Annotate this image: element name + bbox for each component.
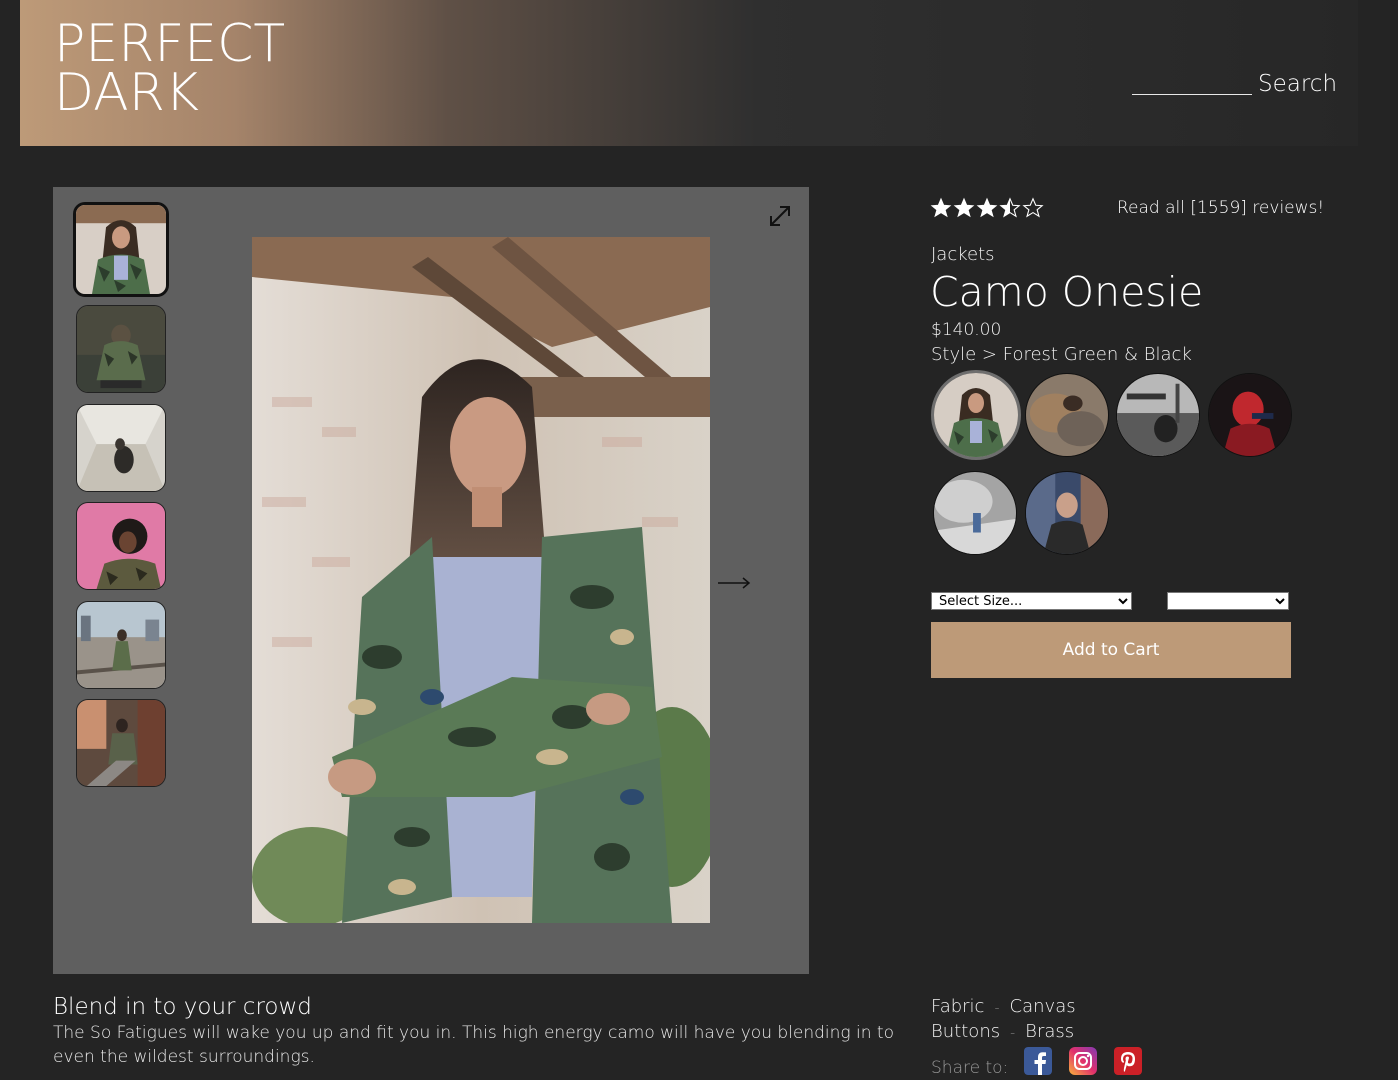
product-price: $140.00 <box>931 320 1002 340</box>
share-bar: Share to: <box>931 1044 1159 1078</box>
style-option-1[interactable] <box>931 370 1021 460</box>
thumbnail-5[interactable] <box>76 600 166 689</box>
quantity-select[interactable] <box>1167 592 1289 610</box>
description-body: The So Fatigues will wake you up and fit… <box>53 1023 894 1067</box>
size-select[interactable]: Select Size... <box>931 592 1132 610</box>
description-title: Blend in to your crowd <box>53 994 312 1020</box>
feature-list: Fabric - Canvas Buttons - Brass <box>931 996 1076 1046</box>
feature-name: Fabric <box>931 996 985 1017</box>
share-label: Share to: <box>931 1058 1009 1078</box>
feature-row: Fabric - Canvas <box>931 996 1076 1021</box>
site-header: PERFECT DARK Search <box>20 0 1358 146</box>
search-input[interactable] <box>1132 68 1252 95</box>
feature-separator: - <box>1010 1025 1016 1041</box>
instagram-icon[interactable] <box>1069 1047 1098 1075</box>
feature-separator: - <box>994 1000 1000 1016</box>
search-label[interactable]: Search <box>1258 71 1337 97</box>
pinterest-icon[interactable] <box>1114 1047 1143 1075</box>
rating-stars <box>930 197 1044 219</box>
logo-line-2: DARK <box>54 63 199 123</box>
main-product-image[interactable] <box>252 237 710 923</box>
thumbnail-1[interactable] <box>73 202 169 297</box>
product-title: Camo Onesie <box>930 268 1204 316</box>
read-reviews-link[interactable]: Read all [1559] reviews! <box>1117 198 1324 218</box>
star-half-icon <box>999 197 1021 219</box>
star-empty-icon <box>1022 197 1044 219</box>
style-option-5[interactable] <box>933 471 1017 555</box>
product-category: Jackets <box>931 244 995 265</box>
thumbnail-6[interactable] <box>76 699 166 787</box>
image-gallery <box>53 187 809 974</box>
thumbnail-2[interactable] <box>76 305 166 393</box>
thumbnail-4[interactable] <box>76 502 166 590</box>
star-full-icon <box>930 197 952 219</box>
style-option-6[interactable] <box>1025 471 1109 555</box>
feature-name: Buttons <box>931 1021 1001 1042</box>
arrow-right-icon[interactable] <box>717 571 751 595</box>
style-prefix: Style > <box>931 344 998 365</box>
search-bar: Search <box>1132 68 1348 98</box>
style-option-3[interactable] <box>1116 373 1200 457</box>
style-label: Style > Forest Green & Black <box>931 344 1192 365</box>
style-option-2[interactable] <box>1025 373 1109 457</box>
site-logo[interactable]: PERFECT DARK <box>54 14 286 123</box>
star-full-icon <box>976 197 998 219</box>
thumbnail-3[interactable] <box>76 403 166 492</box>
style-value: Forest Green & Black <box>1002 344 1192 365</box>
expand-icon[interactable] <box>767 203 793 229</box>
add-to-cart-button[interactable]: Add to Cart <box>931 622 1291 678</box>
style-option-4[interactable] <box>1208 373 1292 457</box>
logo-line-1: PERFECT <box>54 14 286 74</box>
facebook-icon[interactable] <box>1024 1047 1053 1075</box>
feature-value: Canvas <box>1009 996 1076 1017</box>
thumbnail-list <box>73 202 169 798</box>
star-full-icon <box>953 197 975 219</box>
feature-value: Brass <box>1025 1021 1075 1042</box>
feature-row: Buttons - Brass <box>931 1021 1076 1046</box>
